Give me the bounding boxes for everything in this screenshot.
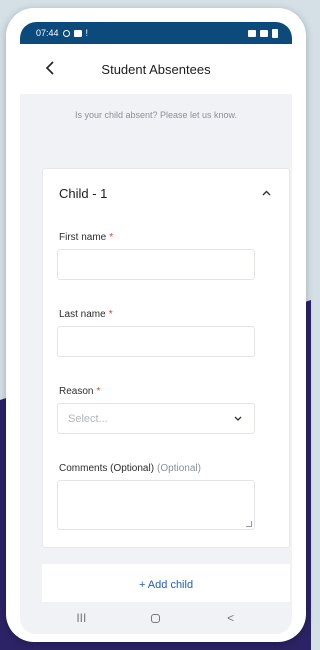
form-area: Is your child absent? Please let us know… <box>20 94 292 606</box>
page-title: Student Absentees <box>101 61 211 77</box>
reason-select[interactable]: Select... <box>57 403 255 434</box>
alert-icon: ! <box>85 28 89 38</box>
required-marker: * <box>96 386 101 397</box>
child-card-header[interactable]: Child - 1 <box>43 169 291 217</box>
recents-button[interactable]: III <box>61 606 101 630</box>
recents-icon: III <box>76 611 87 625</box>
optional-marker: (Optional) <box>157 463 201 474</box>
intro-text: Is your child absent? Please let us know… <box>74 110 238 120</box>
home-button[interactable] <box>136 606 176 630</box>
chevron-down-icon <box>234 416 242 421</box>
first-name-label: First name * <box>59 232 114 243</box>
system-nav-bar: III < <box>20 602 292 634</box>
add-child-button[interactable]: + Add child <box>42 564 290 606</box>
whatsapp-icon <box>62 29 70 37</box>
signal-icon <box>248 29 256 37</box>
back-button[interactable] <box>38 56 62 80</box>
reason-label: Reason * <box>59 386 101 397</box>
chevron-up-icon[interactable] <box>262 190 271 196</box>
status-time: 07:44 <box>36 28 59 38</box>
last-name-label: Last name * <box>59 309 113 320</box>
chevron-left-icon <box>45 61 54 75</box>
app-header: Student Absentees <box>20 44 292 94</box>
system-back-button[interactable]: < <box>211 606 251 630</box>
comments-label: Comments (Optional) (Optional) <box>59 463 201 474</box>
back-icon: < <box>227 611 235 625</box>
required-marker: * <box>109 232 114 243</box>
app-screen: 07:44 ! Student Absentees Is your child … <box>20 22 292 634</box>
child-card: Child - 1 First name * Last name * Reason * <box>42 168 290 548</box>
last-name-input[interactable] <box>57 326 255 357</box>
resize-handle[interactable] <box>246 521 252 527</box>
phone-frame: 07:44 ! Student Absentees Is your child … <box>6 8 306 642</box>
first-name-input[interactable] <box>57 249 255 280</box>
battery-icon <box>272 28 278 38</box>
required-marker: * <box>108 309 113 320</box>
message-icon <box>73 29 82 37</box>
child-title: Child - 1 <box>59 185 108 201</box>
home-icon <box>151 613 161 623</box>
status-bar: 07:44 ! <box>20 22 292 44</box>
comments-textarea[interactable] <box>57 480 255 530</box>
reason-placeholder: Select... <box>68 412 108 425</box>
wifi-icon <box>260 29 268 37</box>
